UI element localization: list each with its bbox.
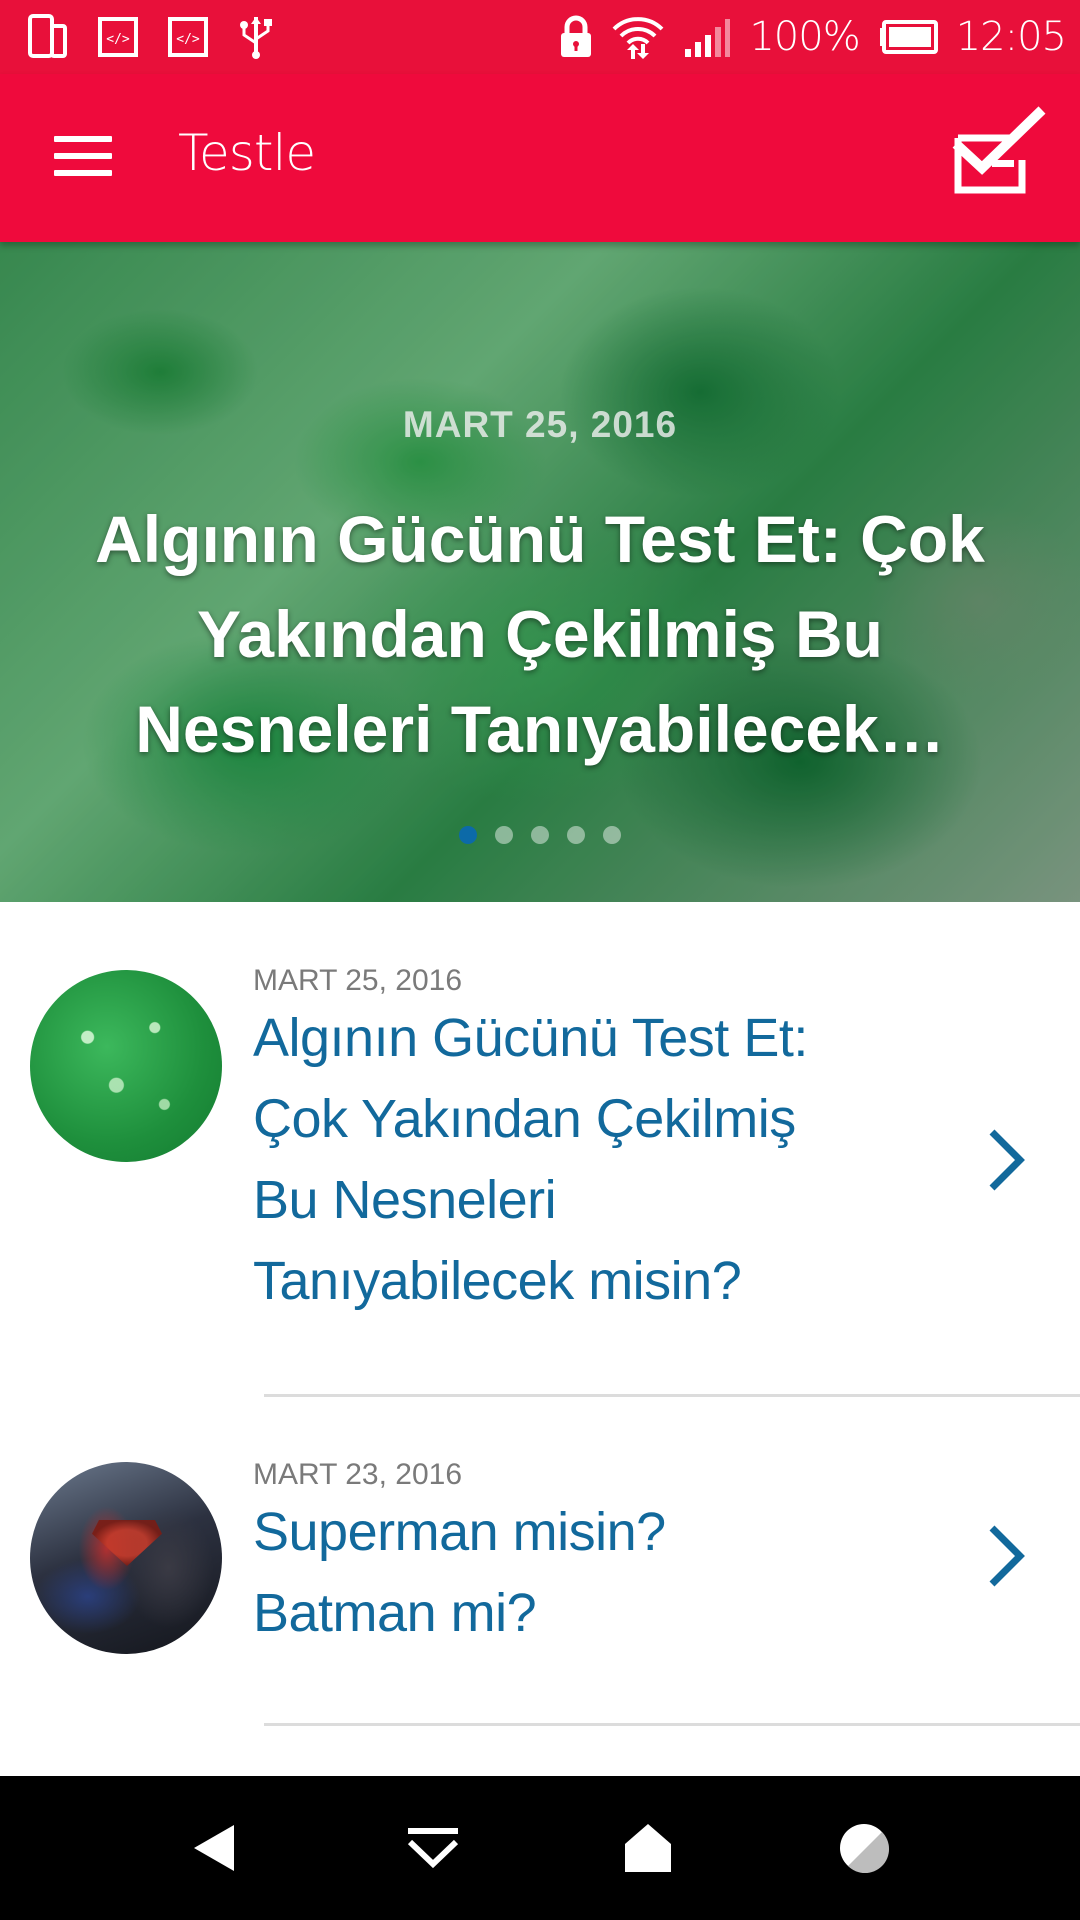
article-date: MART 25, 2016 — [253, 964, 463, 997]
assistant-icon[interactable] — [834, 1818, 894, 1878]
article-thumbnail — [30, 1462, 222, 1654]
article-list: MART 25, 2016 Algının Gücünü Test Et: Ço… — [0, 902, 1080, 1727]
carousel-dot-active[interactable] — [459, 826, 477, 844]
code-icon: </> — [98, 17, 138, 57]
featured-article-banner[interactable]: MART 25, 2016 Algının Gücünü Test Et: Ço… — [0, 242, 1080, 902]
article-thumbnail — [30, 970, 222, 1162]
carousel-dot[interactable] — [531, 826, 549, 844]
carousel-dot[interactable] — [567, 826, 585, 844]
app-title: Testle — [178, 124, 316, 182]
featured-title: Algının Gücünü Test Et: Çok Yakından Çek… — [95, 502, 985, 766]
article-title: Algının Gücünü Test Et: Çok Yakından Çek… — [253, 1008, 808, 1311]
signal-icon — [683, 15, 731, 59]
chevron-right-icon[interactable] — [986, 1128, 1026, 1192]
hamburger-menu-icon[interactable] — [52, 126, 114, 186]
article-title: Superman misin? Batman mi? — [253, 1502, 666, 1643]
home-icon[interactable] — [618, 1818, 678, 1878]
svg-text:</>: </> — [106, 32, 130, 47]
carousel-indicator — [0, 826, 1080, 844]
navigation-bar — [0, 1776, 1080, 1920]
featured-date: MART 25, 2016 — [402, 404, 678, 445]
divider — [264, 1723, 1080, 1726]
battery-percent: 100% — [749, 14, 860, 60]
recents-down-icon[interactable] — [403, 1818, 463, 1878]
lock-icon — [559, 15, 593, 59]
usb-icon — [238, 15, 274, 59]
battery-icon — [878, 20, 938, 54]
svg-text:</>: </> — [176, 32, 200, 47]
carousel-dot[interactable] — [603, 826, 621, 844]
article-date: MART 23, 2016 — [253, 1458, 463, 1491]
phone-icon — [28, 14, 68, 60]
wifi-icon — [611, 13, 665, 61]
status-bar: </> </> 100% 12:05 — [0, 0, 1080, 74]
list-item[interactable]: MART 23, 2016 Superman misin? Batman mi? — [0, 1392, 1080, 1727]
chevron-right-icon[interactable] — [986, 1524, 1026, 1588]
code-icon: </> — [168, 17, 208, 57]
clock: 12:05 — [955, 14, 1067, 60]
back-icon[interactable] — [184, 1818, 244, 1878]
carousel-dot[interactable] — [495, 826, 513, 844]
app-bar: Testle — [0, 74, 1080, 242]
checkmark-box-icon[interactable] — [952, 106, 1046, 196]
list-item[interactable]: MART 25, 2016 Algının Gücünü Test Et: Ço… — [0, 902, 1080, 1397]
